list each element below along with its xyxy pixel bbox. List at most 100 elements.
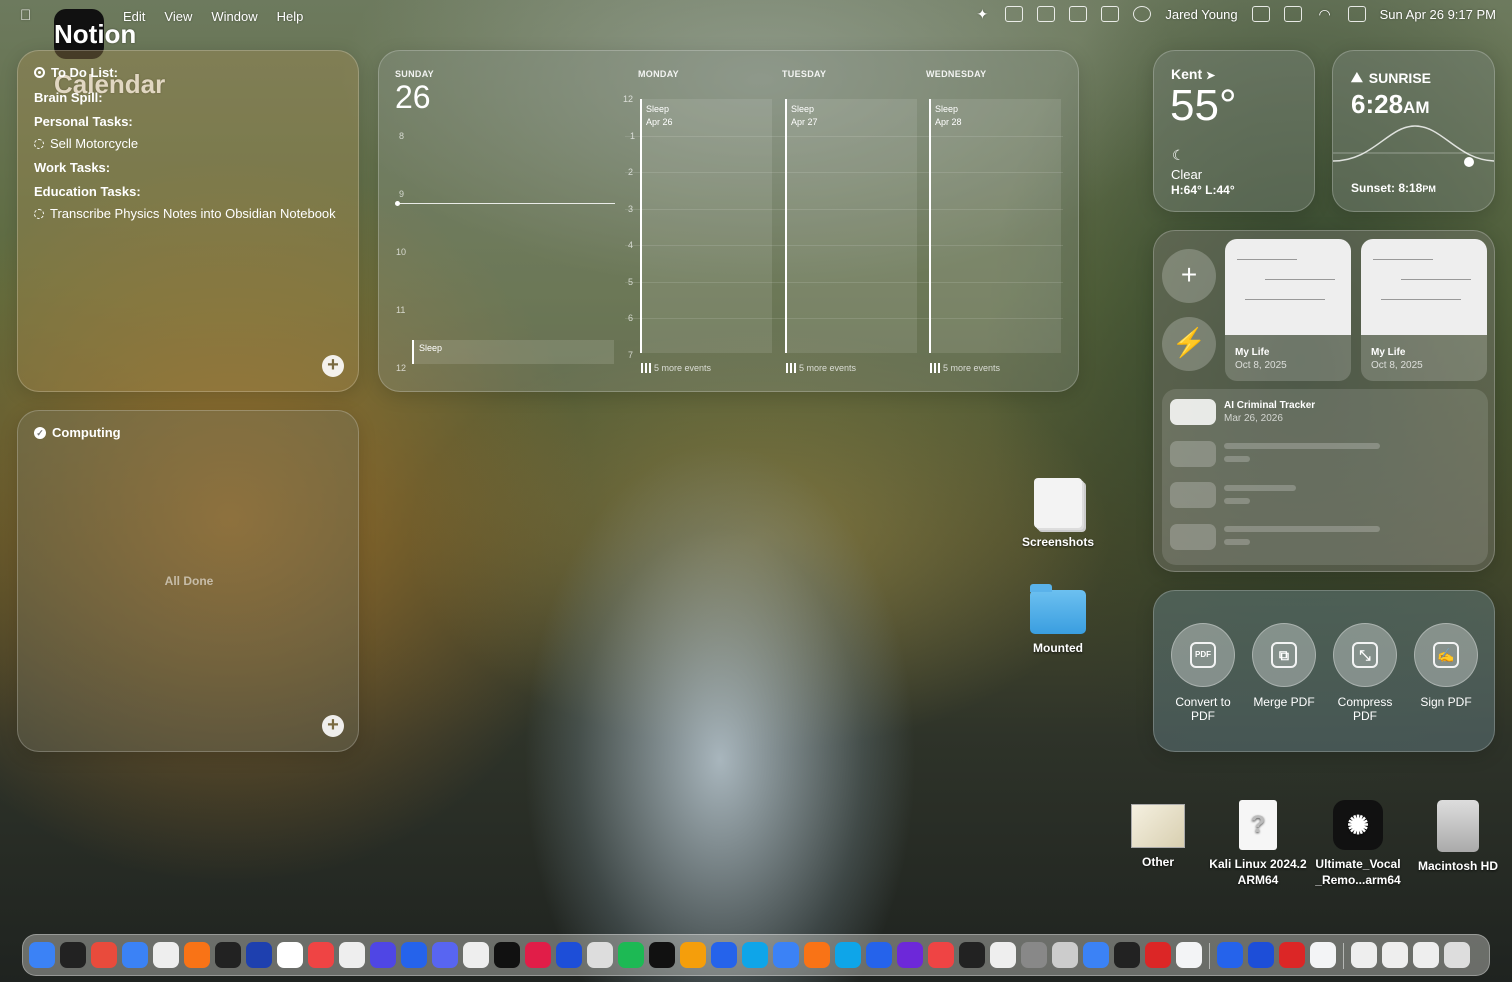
weather-widget[interactable]: Kent ➤ 55° ☾ Clear H:64° L:44° xyxy=(1153,50,1315,212)
control-center-icon[interactable] xyxy=(1347,6,1366,22)
todo-item-education[interactable]: Transcribe Physics Notes into Obsidian N… xyxy=(34,206,336,221)
dock-app-icon[interactable] xyxy=(401,942,427,968)
compress-icon: ⤡ xyxy=(1333,623,1397,687)
dock-recent-icon[interactable] xyxy=(1310,942,1336,968)
dock-app-icon[interactable] xyxy=(1021,942,1047,968)
layout-icon[interactable] xyxy=(1101,6,1120,22)
list-note-title[interactable]: AI Criminal Tracker xyxy=(1224,400,1315,411)
note-card[interactable]: My Life Oct 8, 2025 xyxy=(1225,239,1351,381)
dock-app-icon[interactable] xyxy=(835,942,861,968)
apple-menu-icon[interactable]:  xyxy=(20,7,34,24)
todo-item-personal[interactable]: Sell Motorcycle xyxy=(34,136,138,151)
dock-stack-icon[interactable] xyxy=(1413,942,1439,968)
dock-app-icon[interactable] xyxy=(122,942,148,968)
clock[interactable]: Sun Apr 26 9:17 PM xyxy=(1380,7,1496,22)
sparkle-icon[interactable]: ✦ xyxy=(973,6,991,22)
dock-app-icon[interactable] xyxy=(680,942,706,968)
dock-app-icon[interactable] xyxy=(1083,942,1109,968)
sunrise-widget[interactable]: ⛰ SUNRISE 6:28AM Sunset: 8:18PM xyxy=(1332,50,1495,212)
dock-app-icon[interactable] xyxy=(711,942,737,968)
todo-widget[interactable]: To Do List: Brain Spill: Personal Tasks:… xyxy=(17,50,359,392)
dock-app-icon[interactable] xyxy=(246,942,272,968)
dock-app-icon[interactable] xyxy=(60,942,86,968)
dock-app-icon[interactable] xyxy=(29,942,55,968)
user-name[interactable]: Jared Young xyxy=(1165,7,1237,22)
checkbox-icon[interactable] xyxy=(34,208,44,219)
dock-app-icon[interactable] xyxy=(525,942,551,968)
dock-app-icon[interactable] xyxy=(308,942,334,968)
notes-widget[interactable]: + ⚡ My Life Oct 8, 2025 My Life Oct 8, 2… xyxy=(1153,230,1495,572)
dock-app-icon[interactable] xyxy=(494,942,520,968)
notes-list: AI Criminal Tracker Mar 26, 2026 xyxy=(1162,389,1488,565)
dock-app-icon[interactable] xyxy=(215,942,241,968)
desktop-icon-uvr[interactable]: ✺ Ultimate_Vocal _Remo...arm64 xyxy=(1308,800,1408,888)
dock-app-icon[interactable] xyxy=(928,942,954,968)
window-icon[interactable] xyxy=(1069,6,1088,22)
dock-app-icon[interactable] xyxy=(742,942,768,968)
dock-app-icon[interactable] xyxy=(1176,942,1202,968)
desktop-icon-mounted[interactable]: Mounted xyxy=(1010,584,1106,656)
compress-pdf-button[interactable]: ⤡ Compress PDF xyxy=(1325,623,1405,723)
dock-app-icon[interactable] xyxy=(91,942,117,968)
dock-app-icon[interactable] xyxy=(184,942,210,968)
dock-app-icon[interactable] xyxy=(1052,942,1078,968)
day-label-sunday: SUNDAY xyxy=(395,69,434,79)
checkbox-icon[interactable] xyxy=(34,138,44,149)
dock-recent-icon[interactable] xyxy=(1248,942,1274,968)
dock-app-icon[interactable] xyxy=(277,942,303,968)
dock-app-icon[interactable] xyxy=(866,942,892,968)
display-icon[interactable] xyxy=(1251,6,1270,22)
hour-label: 12 xyxy=(396,363,407,373)
desktop-icon-kali[interactable]: ? Kali Linux 2024.2 ARM64 xyxy=(1208,800,1308,888)
dock-app-icon[interactable] xyxy=(556,942,582,968)
dock-app-icon[interactable] xyxy=(959,942,985,968)
note-thumb[interactable] xyxy=(1170,399,1216,425)
desktop-icon-macintosh-hd[interactable]: Macintosh HD xyxy=(1410,800,1506,874)
dock-app-icon[interactable] xyxy=(773,942,799,968)
dock-app-icon[interactable] xyxy=(1114,942,1140,968)
dock-app-icon[interactable] xyxy=(339,942,365,968)
personal-heading: Personal Tasks: xyxy=(34,114,133,129)
dock-app-icon[interactable] xyxy=(897,942,923,968)
dock-recent-icon[interactable] xyxy=(1217,942,1243,968)
dock-app-icon[interactable] xyxy=(370,942,396,968)
grid-icon[interactable] xyxy=(1005,6,1024,22)
battery-icon[interactable] xyxy=(1283,6,1302,22)
desktop-icon-other[interactable]: Other xyxy=(1110,804,1206,870)
quick-action-button[interactable]: ⚡ xyxy=(1162,317,1216,371)
add-todo-button[interactable]: + xyxy=(322,355,344,377)
list-placeholder-row xyxy=(1170,441,1216,467)
convert-to-pdf-button[interactable]: PDF Convert to PDF xyxy=(1163,623,1243,723)
dock-stack-icon[interactable] xyxy=(1382,942,1408,968)
dock-app-icon[interactable] xyxy=(463,942,489,968)
more-events-monday[interactable]: 5 more events xyxy=(641,363,711,373)
event-sleep-tuesday[interactable]: Sleep Apr 27 xyxy=(785,99,917,353)
dock-app-icon[interactable] xyxy=(432,942,458,968)
dock-app-icon[interactable] xyxy=(804,942,830,968)
sync-icon[interactable] xyxy=(1133,6,1152,22)
new-note-button[interactable]: + xyxy=(1162,249,1216,303)
wifi-icon[interactable]: ◠ xyxy=(1316,6,1334,22)
dock-recent-icon[interactable] xyxy=(1279,942,1305,968)
event-sleep-monday[interactable]: Sleep Apr 26 xyxy=(640,99,772,353)
lock-icon[interactable] xyxy=(1037,6,1056,22)
dock-stack-icon[interactable] xyxy=(1351,942,1377,968)
add-computing-button[interactable]: + xyxy=(322,715,344,737)
computing-widget[interactable]: ✓ Computing All Done + xyxy=(17,410,359,752)
event-sleep-sunday[interactable]: Sleep xyxy=(412,340,614,364)
more-events-wednesday[interactable]: 5 more events xyxy=(930,363,1000,373)
dock-app-icon[interactable] xyxy=(990,942,1016,968)
dock-app-icon[interactable] xyxy=(649,942,675,968)
more-events-tuesday[interactable]: 5 more events xyxy=(786,363,856,373)
trash-icon[interactable] xyxy=(1444,942,1470,968)
sign-pdf-button[interactable]: ✍ Sign PDF xyxy=(1406,623,1486,709)
note-card[interactable]: My Life Oct 8, 2025 xyxy=(1361,239,1487,381)
dock-app-icon[interactable] xyxy=(153,942,179,968)
dock-app-icon[interactable] xyxy=(618,942,644,968)
event-sleep-wednesday[interactable]: Sleep Apr 28 xyxy=(929,99,1061,353)
dock-app-icon[interactable] xyxy=(587,942,613,968)
calendar-widget[interactable]: SUNDAY 26 MONDAY TUESDAY WEDNESDAY 8 9 1… xyxy=(378,50,1079,392)
merge-pdf-button[interactable]: ⧉ Merge PDF xyxy=(1244,623,1324,709)
desktop-icon-screenshots[interactable]: Screenshots xyxy=(1010,478,1106,550)
dock-app-icon[interactable] xyxy=(1145,942,1171,968)
